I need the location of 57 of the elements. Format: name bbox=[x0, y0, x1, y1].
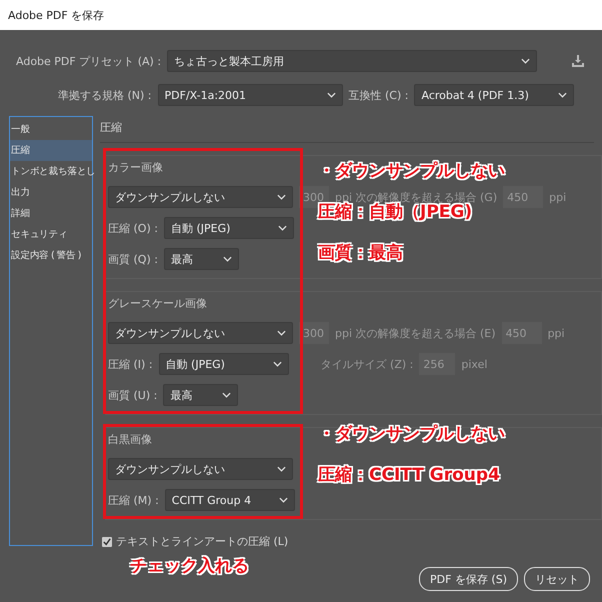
sidebar-item[interactable]: セキュリティ bbox=[10, 224, 92, 245]
field-label: 準拠する規格 (N) : bbox=[58, 88, 152, 102]
sidebar-item[interactable]: 設定内容 ( 警告 ) bbox=[10, 245, 92, 266]
field-label: 画質 (Q) : bbox=[108, 252, 158, 266]
dropdown[interactable]: ダウンサンプルしない bbox=[108, 322, 293, 344]
annotation-text: ・ダウンサンプルしない bbox=[318, 424, 505, 445]
save-button[interactable]: PDF を保存 (S) bbox=[419, 567, 518, 591]
dropdown[interactable]: 最高 bbox=[164, 248, 239, 270]
sidebar-item[interactable]: 圧縮 bbox=[10, 140, 92, 161]
field-label: 圧縮 (I) : bbox=[108, 356, 153, 372]
caret-icon bbox=[278, 225, 287, 231]
caret-icon bbox=[326, 92, 336, 98]
dropdown[interactable]: 自動 (JPEG) bbox=[158, 353, 289, 375]
checkbox[interactable] bbox=[102, 536, 112, 546]
caret-icon bbox=[222, 256, 232, 262]
sidebar-item[interactable]: 詳細 bbox=[10, 203, 92, 224]
unit-label: ppi bbox=[549, 190, 566, 204]
annotation-text: 圧縮：CCITT Group4 bbox=[318, 465, 500, 486]
download-icon[interactable] bbox=[572, 55, 584, 67]
annotation-text: ・ダウンサンプルしない bbox=[318, 161, 505, 182]
annotation-text: チェック入れる bbox=[130, 556, 249, 577]
sidebar-item[interactable]: 出力 bbox=[10, 182, 92, 203]
dropdown[interactable]: 最高 bbox=[163, 384, 238, 406]
group-title: カラー画像 bbox=[108, 160, 163, 175]
panel-title: 圧縮 bbox=[100, 116, 594, 143]
sidebar-item[interactable]: 一般 bbox=[10, 119, 92, 140]
dropdown[interactable]: ダウンサンプルしない bbox=[108, 186, 293, 208]
group-title: グレースケール画像 bbox=[108, 296, 207, 311]
group-title: 白黒画像 bbox=[108, 432, 152, 447]
field-label: 圧縮 (M) : bbox=[108, 492, 159, 508]
field-label: Adobe PDF プリセット (A) : bbox=[16, 54, 162, 68]
unit-label: ppi bbox=[548, 326, 565, 340]
caret-icon bbox=[277, 194, 286, 200]
dropdown[interactable]: Acrobat 4 (PDF 1.3) bbox=[414, 84, 574, 106]
dropdown[interactable]: 自動 (JPEG) bbox=[164, 217, 294, 239]
field-label: ppi 次の解像度を超える場合 (E) bbox=[335, 326, 496, 340]
field-label: 画質 (U) : bbox=[108, 388, 158, 402]
dropdown[interactable]: ちょ古っと製本工房用 bbox=[167, 50, 538, 72]
dropdown[interactable]: PDF/X-1a:2001 bbox=[158, 84, 343, 106]
field-label: 互換性 (C) : bbox=[348, 88, 408, 102]
unit-label: pixel bbox=[461, 358, 488, 370]
caret-icon bbox=[521, 58, 530, 64]
caret-icon bbox=[272, 361, 282, 367]
caret-icon bbox=[277, 466, 286, 472]
caret-icon bbox=[558, 92, 568, 98]
field-label: ppi 次の解像度を超える場合 (G) bbox=[335, 190, 498, 204]
field-label: タイルサイズ (Z) : bbox=[320, 356, 414, 372]
dropdown[interactable]: CCITT Group 4 bbox=[164, 489, 295, 511]
caret-icon bbox=[278, 497, 288, 503]
caret-icon bbox=[277, 330, 286, 336]
checkbox-label: テキストとラインアートの圧縮 (L) bbox=[116, 534, 288, 549]
reset-button[interactable]: リセット bbox=[524, 567, 590, 591]
caret-icon bbox=[222, 392, 232, 398]
dropdown[interactable]: ダウンサンプルしない bbox=[108, 458, 293, 480]
window-title: Adobe PDF を保存 bbox=[0, 0, 602, 30]
annotation-text: 画質：最高 bbox=[318, 243, 403, 264]
field-label: 圧縮 (O) : bbox=[108, 220, 158, 236]
